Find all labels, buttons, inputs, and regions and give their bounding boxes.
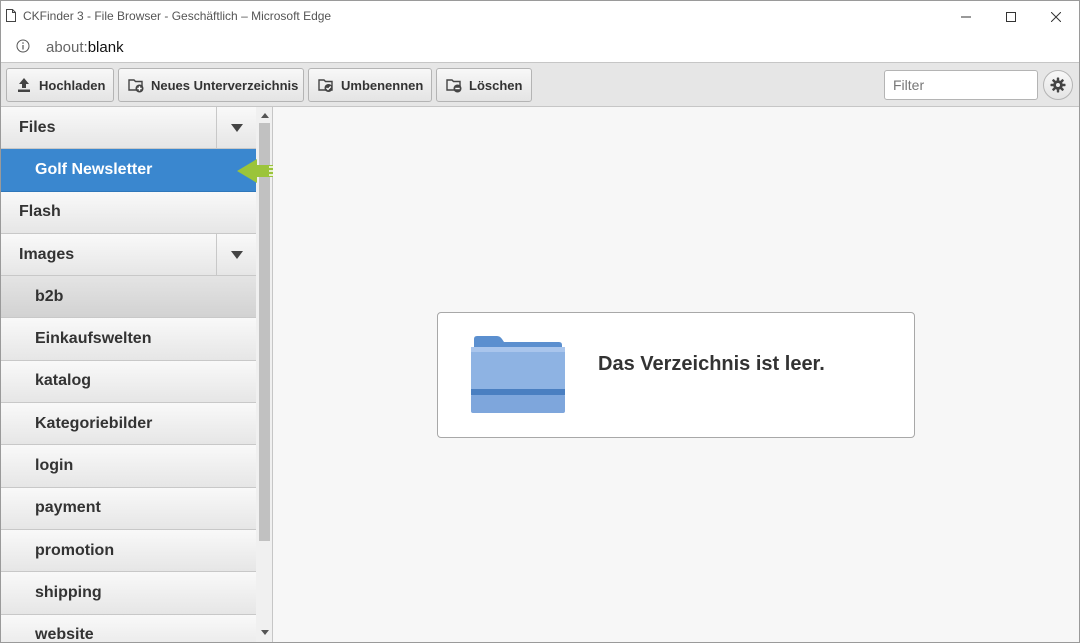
tree-item-label: Einkaufswelten bbox=[35, 330, 152, 348]
tree-item-label: login bbox=[35, 457, 74, 475]
tree-item-label: katalog bbox=[35, 372, 92, 390]
caret-down-icon bbox=[230, 250, 243, 259]
tree-item-label: website bbox=[35, 626, 94, 642]
maximize-button[interactable] bbox=[988, 1, 1034, 32]
delete-button[interactable]: Löschen bbox=[436, 68, 532, 102]
tree-item-label: Files bbox=[19, 118, 56, 136]
minimize-icon bbox=[961, 16, 971, 17]
minimize-button[interactable] bbox=[943, 1, 989, 32]
info-icon bbox=[16, 39, 30, 53]
window-title: CKFinder 3 - File Browser - Geschäftlich… bbox=[23, 9, 332, 23]
tree-item-label: Images bbox=[19, 245, 75, 263]
file-list-panel: Das Verzeichnis ist leer. bbox=[273, 107, 1079, 642]
address-bar[interactable]: about:blank bbox=[1, 32, 1079, 62]
url-path: blank bbox=[87, 39, 124, 56]
toolbar: Hochladen Neues Unterverzeichnis Umbenen… bbox=[1, 62, 1079, 107]
tree-item-files[interactable]: Files bbox=[1, 107, 256, 150]
rename-button[interactable]: Umbenennen bbox=[308, 68, 432, 102]
browser-window: CKFinder 3 - File Browser - Geschäftlich… bbox=[0, 0, 1080, 643]
scroll-up-arrow[interactable] bbox=[259, 110, 270, 120]
new-folder-button[interactable]: Neues Unterverzeichnis bbox=[118, 68, 304, 102]
delete-label: Löschen bbox=[469, 77, 523, 93]
upload-button[interactable]: Hochladen bbox=[6, 68, 114, 102]
gear-icon bbox=[1050, 77, 1066, 93]
tree-item-payment[interactable]: payment bbox=[1, 487, 256, 530]
upload-label: Hochladen bbox=[39, 77, 106, 93]
caret-down-icon bbox=[230, 123, 243, 132]
folder-tree: Files Golf Newsletter Flash Images b2b E… bbox=[1, 107, 256, 642]
scrollbar-thumb[interactable] bbox=[259, 123, 270, 541]
tree-item-login[interactable]: login bbox=[1, 445, 256, 488]
tree-item-flash[interactable]: Flash bbox=[1, 191, 256, 234]
delete-folder-icon bbox=[446, 79, 462, 93]
scroll-down-icon bbox=[260, 629, 269, 635]
address-url: about:blank bbox=[46, 39, 124, 56]
empty-message: Das Verzeichnis ist leer. bbox=[598, 353, 825, 375]
tree-item-einkaufswelten[interactable]: Einkaufswelten bbox=[1, 318, 256, 361]
rename-label: Umbenennen bbox=[341, 77, 424, 93]
tree-item-label: shipping bbox=[35, 583, 102, 601]
close-icon bbox=[1051, 11, 1061, 22]
folder-icon bbox=[471, 336, 565, 413]
tree-item-kategoriebilder[interactable]: Kategoriebilder bbox=[1, 403, 256, 446]
upload-icon bbox=[18, 78, 30, 92]
tree-item-promotion[interactable]: promotion bbox=[1, 529, 256, 573]
expand-toggle-images[interactable] bbox=[216, 233, 256, 276]
expand-toggle-files[interactable] bbox=[216, 107, 256, 149]
empty-folder-notice: Das Verzeichnis ist leer. bbox=[437, 312, 915, 438]
tree-item-images[interactable]: Images bbox=[1, 233, 256, 277]
url-scheme: about: bbox=[46, 39, 88, 56]
tree-item-label: b2b bbox=[35, 287, 64, 305]
tree-item-label: Flash bbox=[19, 203, 61, 221]
settings-button[interactable] bbox=[1043, 70, 1073, 100]
close-button[interactable] bbox=[1033, 1, 1079, 32]
scroll-down-arrow[interactable] bbox=[259, 627, 270, 637]
new-folder-icon bbox=[128, 79, 144, 93]
tree-item-label: Kategoriebilder bbox=[35, 414, 153, 432]
scroll-up-icon bbox=[260, 112, 269, 118]
filter-input[interactable] bbox=[884, 70, 1038, 100]
tree-item-label: Golf Newsletter bbox=[35, 160, 153, 178]
maximize-icon bbox=[1006, 11, 1016, 22]
title-bar: CKFinder 3 - File Browser - Geschäftlich… bbox=[1, 1, 1079, 32]
document-icon bbox=[6, 9, 16, 22]
tree-item-shipping[interactable]: shipping bbox=[1, 572, 256, 615]
rename-icon bbox=[318, 79, 333, 92]
tree-item-golf-newsletter[interactable]: Golf Newsletter bbox=[1, 149, 256, 192]
tree-item-label: promotion bbox=[35, 541, 115, 559]
tree-item-katalog[interactable]: katalog bbox=[1, 360, 256, 404]
tree-item-website[interactable]: website bbox=[1, 614, 256, 642]
new-folder-label: Neues Unterverzeichnis bbox=[151, 77, 299, 93]
tree-item-b2b[interactable]: b2b bbox=[1, 276, 256, 319]
tree-item-label: payment bbox=[35, 499, 101, 517]
folder-tree-panel: Files Golf Newsletter Flash Images b2b E… bbox=[1, 107, 273, 642]
